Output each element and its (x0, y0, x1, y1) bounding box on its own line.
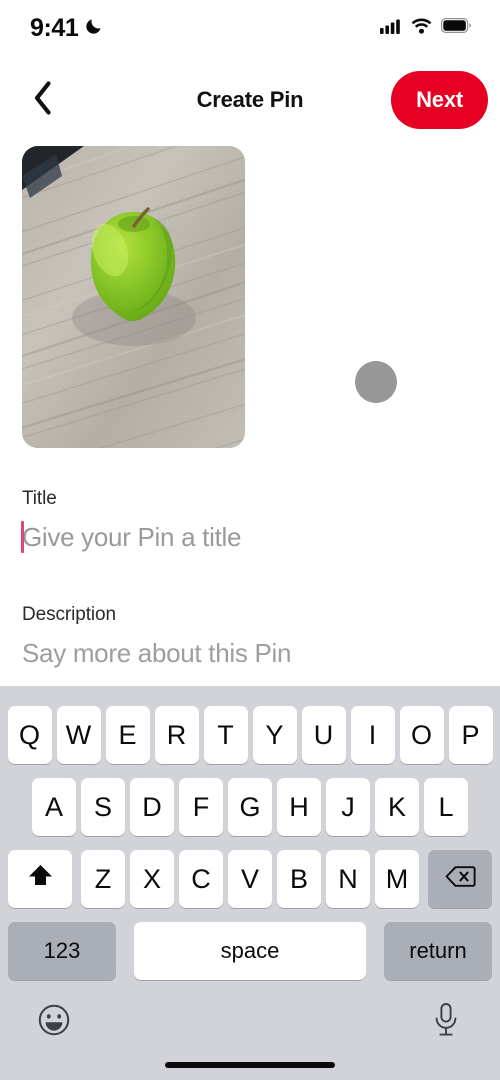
key-q[interactable]: Q (7, 706, 52, 764)
description-field-label: Description (22, 604, 116, 625)
wifi-icon (411, 18, 432, 39)
keyboard-row-3: Z X C V B N M (0, 850, 500, 908)
microphone-icon (431, 1002, 461, 1043)
key-p[interactable]: P (448, 706, 493, 764)
pin-image-thumbnail[interactable] (22, 146, 245, 448)
title-field-label: Title (22, 488, 57, 509)
key-m[interactable]: M (375, 850, 419, 908)
key-b[interactable]: B (277, 850, 321, 908)
key-d[interactable]: D (130, 778, 174, 836)
on-screen-keyboard: Q W E R T Y U I O P A S D F G H J K L Z … (0, 686, 500, 1080)
key-t[interactable]: T (203, 706, 248, 764)
description-input[interactable]: Say more about this Pin (22, 635, 482, 671)
key-s[interactable]: S (81, 778, 125, 836)
key-e[interactable]: E (105, 706, 150, 764)
battery-icon (441, 18, 472, 38)
description-field-group: Description Say more about this Pin (22, 604, 482, 671)
key-c[interactable]: C (179, 850, 223, 908)
keyboard-row-3-letters: Z X C V B N M (81, 850, 419, 908)
status-bar-right (380, 18, 472, 39)
key-w[interactable]: W (56, 706, 101, 764)
numbers-key[interactable]: 123 (8, 922, 116, 980)
shift-key[interactable] (8, 850, 72, 908)
space-key[interactable]: space (134, 922, 366, 980)
next-button[interactable]: Next (391, 71, 488, 129)
backspace-key[interactable] (428, 850, 492, 908)
return-key[interactable]: return (384, 922, 492, 980)
key-n[interactable]: N (326, 850, 370, 908)
key-h[interactable]: H (277, 778, 321, 836)
description-input-placeholder: Say more about this Pin (22, 638, 292, 668)
status-bar: 9:41 (0, 0, 500, 56)
shift-arrow-icon (27, 863, 54, 895)
key-u[interactable]: U (301, 706, 346, 764)
key-k[interactable]: K (375, 778, 419, 836)
key-x[interactable]: X (130, 850, 174, 908)
status-bar-time: 9:41 (30, 13, 79, 42)
home-indicator (165, 1062, 335, 1068)
text-caret (21, 521, 24, 553)
media-area (0, 146, 500, 456)
key-z[interactable]: Z (81, 850, 125, 908)
image-loading-placeholder-dot (355, 361, 397, 403)
key-a[interactable]: A (32, 778, 76, 836)
emoji-key[interactable] (32, 1000, 76, 1044)
keyboard-row-4: 123 space return (0, 922, 500, 980)
keyboard-bottom-bar (0, 992, 500, 1052)
key-y[interactable]: Y (252, 706, 297, 764)
keyboard-row-1: Q W E R T Y U I O P (0, 706, 500, 764)
backspace-delete-icon (445, 864, 476, 895)
key-r[interactable]: R (154, 706, 199, 764)
key-g[interactable]: G (228, 778, 272, 836)
dictation-key[interactable] (424, 1000, 468, 1044)
key-v[interactable]: V (228, 850, 272, 908)
key-l[interactable]: L (424, 778, 468, 836)
status-bar-left: 9:41 (30, 14, 104, 43)
cellular-signal-icon (380, 18, 402, 39)
key-j[interactable]: J (326, 778, 370, 836)
keyboard-row-2: A S D F G H J K L (0, 778, 500, 836)
title-input-placeholder: Give your Pin a title (22, 522, 242, 552)
emoji-smiley-icon (37, 1003, 71, 1042)
key-i[interactable]: I (350, 706, 395, 764)
title-field-group: Title Give your Pin a title (21, 488, 482, 555)
key-f[interactable]: F (179, 778, 223, 836)
phone-screen: 9:41 Create Pin Next Title Give your Pin… (0, 0, 500, 1080)
moon-icon (85, 16, 104, 40)
navigation-header: Create Pin Next (0, 60, 500, 140)
title-input[interactable]: Give your Pin a title (21, 519, 482, 555)
key-o[interactable]: O (399, 706, 444, 764)
